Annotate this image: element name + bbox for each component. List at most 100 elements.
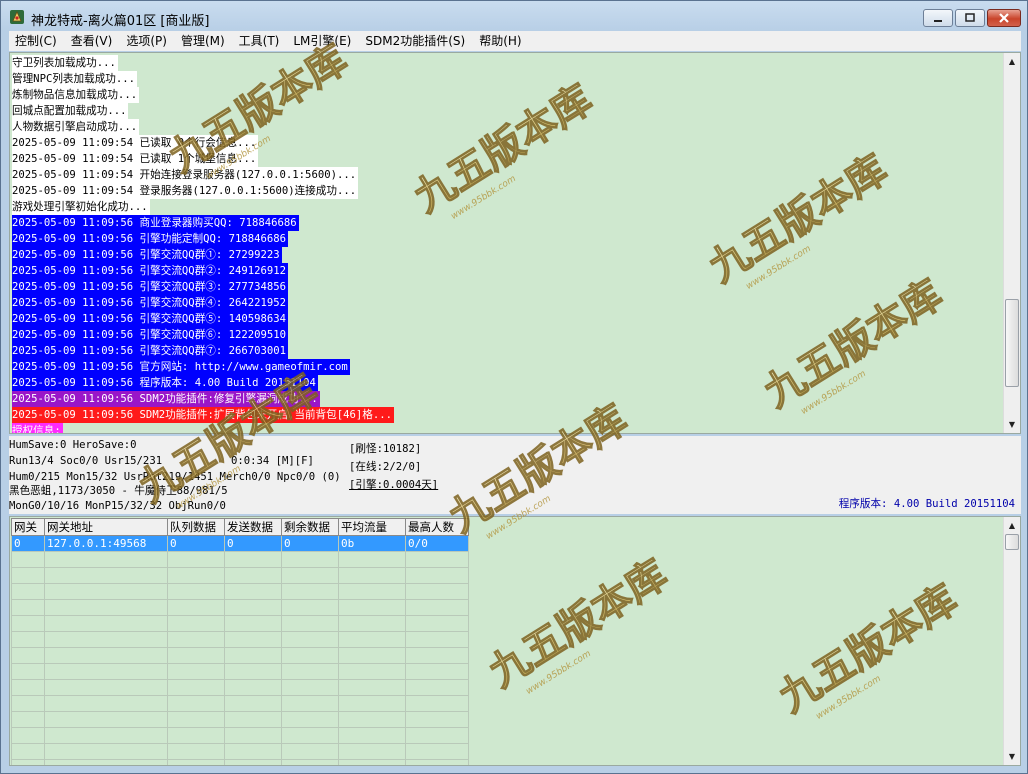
empty-cell — [405, 727, 469, 744]
empty-cell — [167, 567, 225, 584]
empty-cell — [405, 631, 469, 648]
log-line: 2025-05-09 11:09:56 引擎交流QQ群④: 264221952 — [12, 295, 394, 311]
minimize-button[interactable] — [923, 9, 953, 27]
empty-cell — [338, 551, 406, 568]
empty-cell — [281, 631, 339, 648]
empty-cell — [224, 663, 282, 680]
gate-scroll-thumb[interactable] — [1005, 534, 1019, 550]
empty-cell — [44, 759, 168, 765]
log-line: 人物数据引擎启动成功... — [12, 119, 394, 135]
app-icon — [10, 10, 24, 24]
menu-manage[interactable]: 管理(M) — [174, 31, 232, 51]
table-row[interactable]: 0 127.0.0.1:49568 0 0 0 0b 0/0 — [11, 535, 469, 552]
empty-cell — [338, 711, 406, 728]
close-button[interactable] — [987, 9, 1021, 27]
empty-cell — [224, 583, 282, 600]
log-panel[interactable]: 守卫列表加载成功... 管理NPC列表加载成功... 炼制物品信息加载成功... 回城… — [9, 52, 1021, 434]
status-online: [在线:2/2/0] — [349, 461, 422, 473]
log-line-text: 2025-05-09 11:09:56 引擎交流QQ群⑥: 122209510 — [12, 327, 289, 343]
log-line-text: 炼制物品信息加载成功... — [12, 87, 140, 103]
log-line-text: 2025-05-09 11:09:54 已读取 1个城堡信息... — [12, 151, 259, 167]
empty-cell — [338, 631, 406, 648]
gate-scrollbar[interactable]: ▲ ▼ — [1003, 517, 1020, 765]
empty-cell — [167, 743, 225, 760]
empty-cell — [224, 615, 282, 632]
status-counts: Hum0/215 Mon15/32 UsrRot219/1451 Merch0/… — [9, 471, 341, 483]
menu-tools[interactable]: 工具(T) — [232, 31, 287, 51]
empty-row — [11, 631, 469, 648]
empty-cell — [167, 647, 225, 664]
column-header[interactable]: 网关 — [11, 518, 45, 536]
column-header[interactable]: 最高人数 — [405, 518, 469, 536]
menu-control[interactable]: 控制(C) — [9, 31, 64, 51]
empty-row — [11, 679, 469, 696]
empty-cell — [405, 743, 469, 760]
empty-cell — [44, 599, 168, 616]
empty-cell — [44, 567, 168, 584]
empty-cell — [167, 695, 225, 712]
maximize-icon — [965, 13, 975, 22]
log-line: 2025-05-09 11:09:56 程序版本: 4.00 Build 201… — [12, 375, 394, 391]
log-line-text: 2025-05-09 11:09:56 引擎交流QQ群④: 264221952 — [12, 295, 289, 311]
gate-scroll-down-arrow[interactable]: ▼ — [1004, 748, 1020, 765]
empty-cell — [281, 615, 339, 632]
log-line-text: 2025-05-09 11:09:54 已读取 0个行会信息... — [12, 135, 259, 151]
title-bar[interactable]: 神龙特戒-离火篇01区 [商业版] — [1, 1, 1027, 31]
empty-row — [11, 727, 469, 744]
empty-cell — [281, 759, 339, 765]
status-run: Run13/4 Soc0/0 Usr15/231 — [9, 455, 163, 467]
column-header[interactable]: 网关地址 — [44, 518, 168, 536]
empty-cell — [11, 663, 45, 680]
empty-cell — [338, 599, 406, 616]
table-cell: 0 — [281, 535, 339, 552]
empty-cell — [281, 695, 339, 712]
empty-cell — [167, 727, 225, 744]
status-panel: HumSave:0 HeroSave:0 Run13/4 Soc0/0 Usr1… — [9, 436, 1021, 514]
column-header[interactable]: 发送数据 — [224, 518, 282, 536]
minimize-icon — [934, 20, 942, 22]
empty-cell — [224, 567, 282, 584]
app-window: 神龙特戒-离火篇01区 [商业版] 控制(C) 查看(V) 选项(P) 管理(M… — [0, 0, 1028, 774]
empty-cell — [167, 663, 225, 680]
empty-cell — [338, 727, 406, 744]
empty-cell — [281, 679, 339, 696]
scroll-down-arrow[interactable]: ▼ — [1004, 416, 1020, 433]
empty-cell — [167, 551, 225, 568]
log-line-text: 2025-05-09 11:09:56 SDM2功能插件:修复引擎漏洞成功... — [12, 391, 320, 407]
table-cell: 0/0 — [405, 535, 469, 552]
status-engine: [引擎:0.0004天] — [349, 479, 439, 491]
menu-sdm2-plugin[interactable]: SDM2功能插件(S) — [358, 31, 472, 51]
empty-row — [11, 583, 469, 600]
empty-cell — [44, 583, 168, 600]
gate-panel[interactable]: 网关 网关地址 队列数据 发送数据 剩余数据 平均流量 最高人数 0 127.0.0.1:49… — [9, 516, 1021, 766]
scroll-up-arrow[interactable]: ▲ — [1004, 53, 1020, 70]
log-line-text: 2025-05-09 11:09:56 引擎交流QQ群⑤: 140598634 — [12, 311, 289, 327]
empty-cell — [11, 631, 45, 648]
maximize-button[interactable] — [955, 9, 985, 27]
empty-cell — [224, 679, 282, 696]
empty-row — [11, 551, 469, 568]
empty-cell — [224, 711, 282, 728]
menu-options[interactable]: 选项(P) — [119, 31, 174, 51]
log-line-text: 游戏处理引擎初始化成功... — [12, 199, 150, 215]
table-cell: 127.0.0.1:49568 — [44, 535, 168, 552]
scroll-thumb[interactable] — [1005, 299, 1019, 387]
empty-row — [11, 759, 469, 765]
empty-cell — [11, 599, 45, 616]
menu-view[interactable]: 查看(V) — [64, 31, 120, 51]
menu-help[interactable]: 帮助(H) — [472, 31, 528, 51]
log-line: 回城点配置加载成功... — [12, 103, 394, 119]
table-cell: 0 — [11, 535, 45, 552]
empty-cell — [281, 663, 339, 680]
column-header[interactable]: 队列数据 — [167, 518, 225, 536]
status-monster: 黑色恶蛆,1173/3050 - 牛魔侍卫88/981/5 — [9, 485, 228, 497]
log-scrollbar[interactable]: ▲ ▼ — [1003, 53, 1020, 433]
column-header[interactable]: 平均流量 — [338, 518, 406, 536]
menu-lm-engine[interactable]: LM引擎(E) — [286, 31, 358, 51]
empty-cell — [405, 711, 469, 728]
log-line: 2025-05-09 11:09:56 SDM2功能插件:修复引擎漏洞成功... — [12, 391, 394, 407]
empty-cell — [405, 551, 469, 568]
log-line-text: 2025-05-09 11:09:54 登录服务器(127.0.0.1:5600… — [12, 183, 359, 199]
gate-scroll-up-arrow[interactable]: ▲ — [1004, 517, 1020, 534]
column-header[interactable]: 剩余数据 — [281, 518, 339, 536]
